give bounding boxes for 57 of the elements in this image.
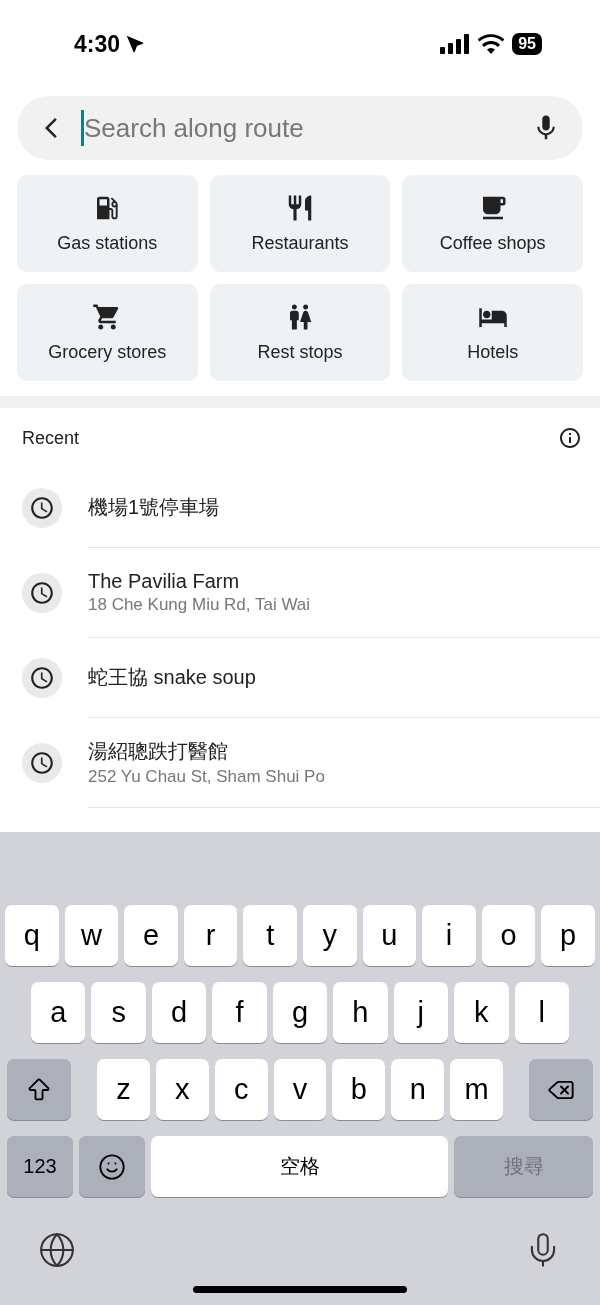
- keyboard-key[interactable]: k: [454, 982, 509, 1043]
- keyboard-key[interactable]: i: [422, 905, 476, 966]
- place-address: 18 Che Kung Miu Rd, Tai Wai: [88, 595, 312, 615]
- section-title: Recent: [22, 427, 80, 449]
- smiley-icon: [98, 1152, 126, 1181]
- keyboard-key[interactable]: z: [97, 1059, 150, 1120]
- numbers-key[interactable]: 123: [7, 1136, 73, 1197]
- status-time: 4:30: [74, 30, 121, 58]
- category-button[interactable]: Restaurants: [209, 175, 391, 272]
- keyboard-key[interactable]: v: [273, 1059, 327, 1120]
- keyboard-key[interactable]: d: [151, 982, 207, 1043]
- keyboard-key[interactable]: h: [333, 982, 388, 1043]
- keyboard-key[interactable]: e: [124, 905, 178, 966]
- category-button[interactable]: Gas stations: [17, 175, 198, 272]
- keyboard-key[interactable]: l: [514, 982, 569, 1043]
- search-field[interactable]: Search along route: [81, 110, 513, 146]
- clock-icon: [22, 573, 62, 613]
- space-key[interactable]: 空格: [151, 1136, 448, 1197]
- battery-level: 95: [512, 33, 542, 55]
- category-button[interactable]: Hotels: [402, 284, 583, 381]
- signal-icon: [440, 34, 471, 54]
- place-address: 252 Yu Chau St, Sham Shui Po: [88, 767, 326, 787]
- place-title[interactable]: 湯紹聰跌打醫館: [88, 738, 600, 765]
- keyboard-key[interactable]: r: [183, 905, 238, 966]
- keyboard-key[interactable]: y: [302, 905, 357, 966]
- keyboard-key[interactable]: j: [393, 982, 449, 1043]
- keyboard-key[interactable]: b: [332, 1059, 386, 1120]
- keyboard-key[interactable]: s: [91, 982, 146, 1043]
- keyboard-key[interactable]: n: [391, 1059, 445, 1120]
- keyboard-key[interactable]: a: [31, 982, 86, 1043]
- keyboard-key[interactable]: c: [214, 1059, 268, 1120]
- keyboard-key[interactable]: u: [362, 905, 417, 966]
- search-bar[interactable]: Search along route: [17, 96, 583, 160]
- info-icon[interactable]: [558, 426, 582, 450]
- emoji-key[interactable]: [79, 1136, 145, 1197]
- category-button[interactable]: Rest stops: [209, 284, 391, 381]
- clock-icon: [22, 488, 62, 528]
- category-button[interactable]: Coffee shops: [402, 175, 583, 272]
- globe-icon[interactable]: [38, 1231, 76, 1269]
- clock-icon: [22, 658, 62, 698]
- place-title[interactable]: 機場1號停車場: [88, 494, 600, 521]
- place-title[interactable]: 蛇王協 snake soup: [88, 664, 600, 691]
- category-button[interactable]: Grocery stores: [17, 284, 198, 381]
- shift-key[interactable]: [7, 1059, 71, 1120]
- keyboard-key[interactable]: q: [5, 905, 59, 966]
- keyboard-key[interactable]: g: [272, 982, 328, 1043]
- place-title[interactable]: The Pavilia Farm: [88, 570, 600, 593]
- clock-icon: [22, 743, 62, 783]
- backspace-key[interactable]: [529, 1059, 593, 1120]
- wifi-icon: [478, 34, 505, 54]
- keyboard-key[interactable]: x: [155, 1059, 209, 1120]
- keyboard-key[interactable]: p: [541, 905, 595, 966]
- keyboard-key[interactable]: m: [450, 1059, 503, 1120]
- keyboard-key[interactable]: w: [64, 905, 119, 966]
- keyboard-key[interactable]: f: [212, 982, 267, 1043]
- keyboard-key[interactable]: o: [481, 905, 536, 966]
- keyboard-key[interactable]: t: [243, 905, 297, 966]
